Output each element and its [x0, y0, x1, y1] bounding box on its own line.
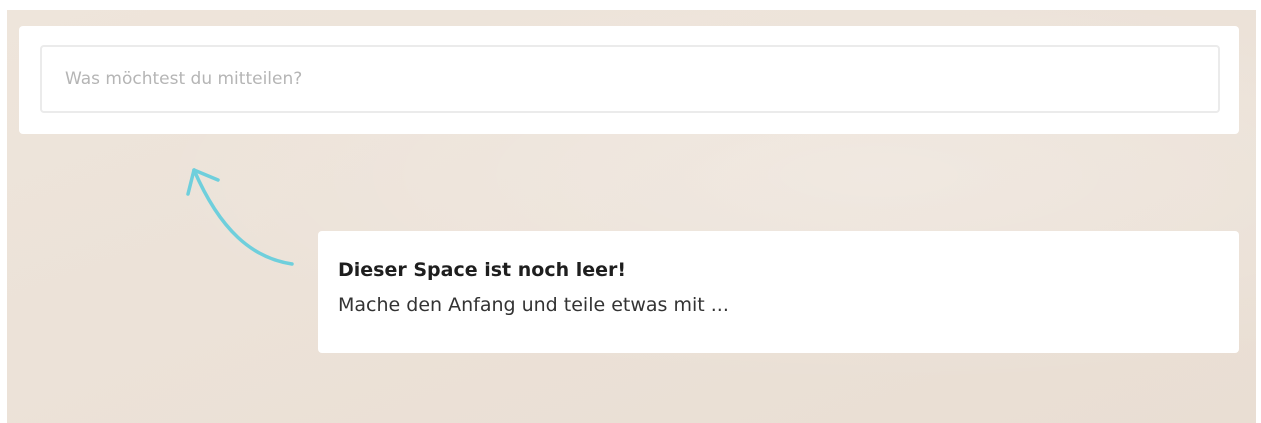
empty-stream-text: Mache den Anfang und teile etwas mit ...: [338, 294, 729, 316]
curved-arrow-up-left-icon: [186, 168, 294, 266]
empty-stream-card: Dieser Space ist noch leer! Mache den An…: [318, 231, 1239, 353]
post-composer-input[interactable]: [40, 45, 1220, 113]
post-composer-panel: [19, 26, 1239, 134]
empty-stream-title: Dieser Space ist noch leer!: [338, 259, 627, 281]
